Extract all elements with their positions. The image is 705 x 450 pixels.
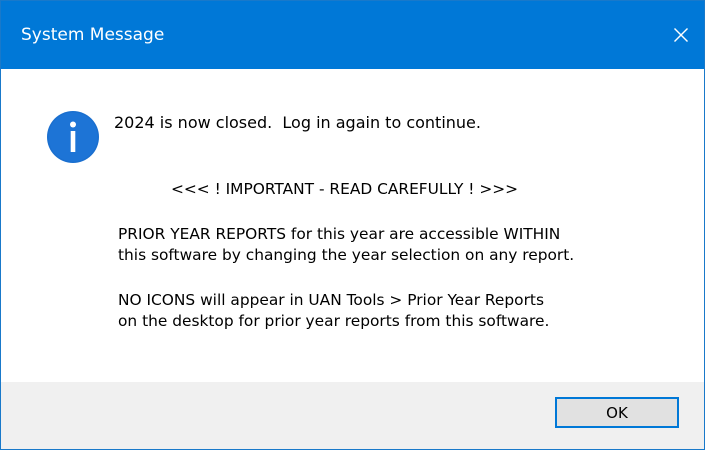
- paragraph-1-line-2: this software by changing the year selec…: [118, 246, 575, 264]
- ok-button[interactable]: OK: [555, 397, 679, 428]
- window-title: System Message: [21, 25, 165, 45]
- info-icon: [47, 111, 99, 163]
- paragraph-2-line-1: NO ICONS will appear in UAN Tools > Prio…: [118, 291, 544, 309]
- important-heading: <<< ! IMPORTANT - READ CAREFULLY ! >>>: [171, 180, 519, 198]
- paragraph-1-line-1: PRIOR YEAR REPORTS for this year are acc…: [118, 225, 561, 243]
- close-button[interactable]: [658, 1, 704, 69]
- message-body: 2024 is now closed. Log in again to cont…: [1, 69, 704, 382]
- title-bar[interactable]: System Message: [1, 1, 704, 69]
- paragraph-2-line-2: on the desktop for prior year reports fr…: [118, 312, 550, 330]
- main-message: 2024 is now closed. Log in again to cont…: [114, 113, 481, 132]
- button-bar: OK: [1, 382, 704, 449]
- system-message-dialog: System Message 2024 is now closed. Log i…: [0, 0, 705, 450]
- close-icon: [674, 28, 688, 42]
